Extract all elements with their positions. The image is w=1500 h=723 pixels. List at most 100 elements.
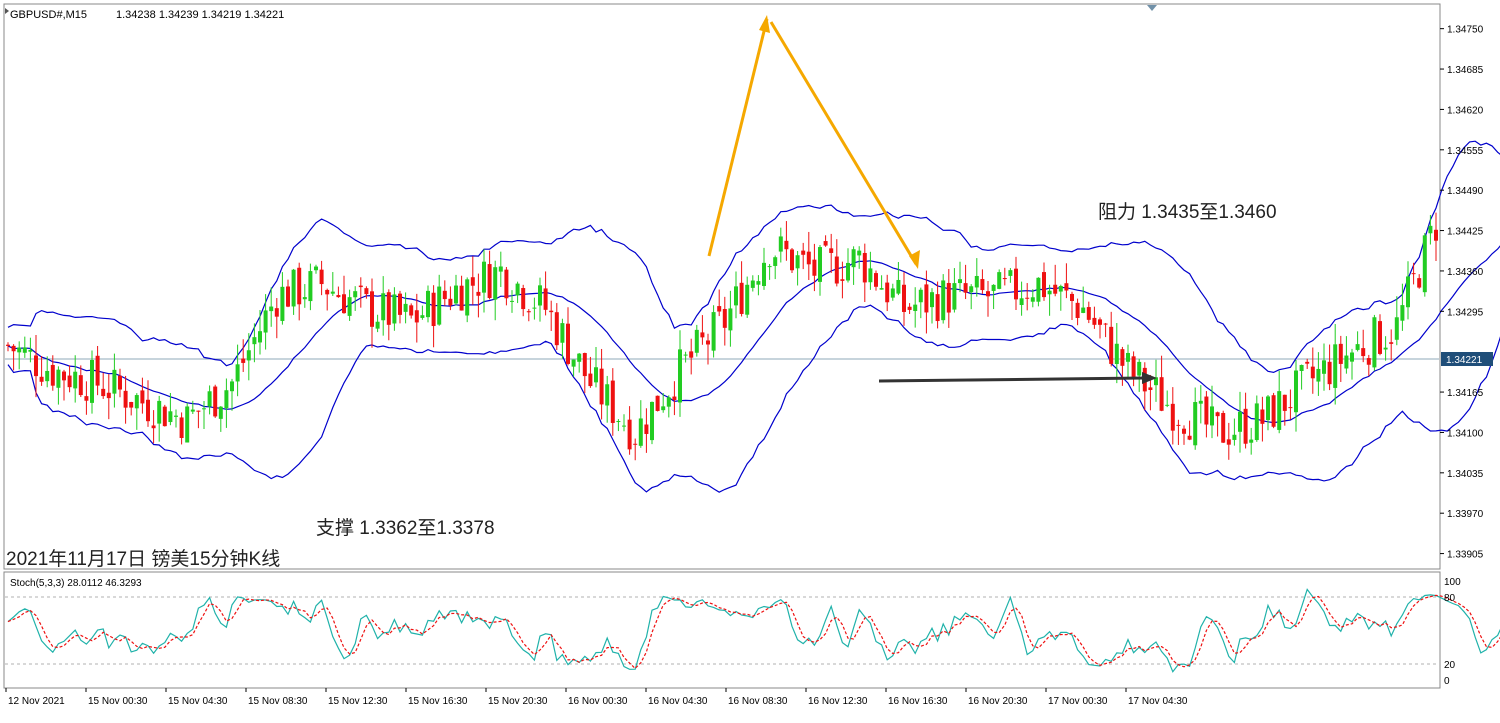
price-tick-label: 1.34425 [1447,227,1484,238]
price-tick-label: 1.34295 [1447,307,1484,318]
candle-body [1299,364,1304,371]
candle-body [829,248,834,253]
time-tick-label: 12 Nov 2021 [8,696,65,707]
candle-body [672,396,677,401]
candle-body [801,250,806,255]
time-tick-label: 15 Nov 20:30 [488,696,548,707]
candle-body [375,321,380,329]
candle-body [28,349,33,352]
candle-body [734,286,738,306]
candle-body [442,290,447,300]
price-chart[interactable]: 1.34750 1.34685 1.34620 1.34555 1.34490 1.344… [0,0,1500,718]
candle-body [885,282,890,303]
candle-body [610,380,615,423]
candle-body [106,392,111,399]
candle-body [1176,424,1181,426]
candle-body [1350,352,1354,362]
candle-body [1333,344,1338,388]
time-tick-label: 15 Nov 04:30 [168,696,228,707]
price-tick-label: 1.34620 [1447,105,1484,116]
candle-body [1103,323,1108,325]
candle-body [95,355,100,386]
candle-body [1036,277,1041,302]
stoch-pane [3,571,1441,689]
candle-body [353,291,358,298]
candle-body [543,288,548,310]
candle-body [1243,408,1248,444]
candle-body [1294,370,1298,413]
candle-body [185,406,190,443]
candle-body [84,396,89,401]
candle-body [252,337,257,345]
price-tick-label: 1.34685 [1447,65,1484,76]
candle-body [1042,272,1046,298]
candle-body [207,391,212,407]
candle-body [11,345,16,352]
candle-body [1361,348,1366,357]
candle-body [1254,403,1259,441]
candle-body [1366,358,1371,365]
candle-body [1182,428,1186,434]
candle-body [157,400,162,424]
candle-body [1411,273,1416,275]
candle-body [1148,387,1153,390]
candle-body [1092,317,1097,325]
candle-body [420,315,425,318]
candle-body [1014,268,1018,300]
candle-body [902,284,906,312]
candle-body [633,443,638,445]
stoch-axis-100: 100 [1444,577,1461,588]
candle-body [560,323,565,343]
candle-body [762,262,766,287]
candle-body [1400,305,1405,321]
candle-body [627,419,632,450]
time-tick-label: 17 Nov 04:30 [1128,696,1188,707]
candle-body [470,277,475,286]
candle-body [319,269,324,285]
candle-body [750,280,755,288]
candle-body [1232,434,1237,440]
candle-body [1030,297,1035,302]
candle-body [896,279,901,294]
candle-body [1271,395,1276,427]
candle-body [991,284,996,291]
candle-body [1310,366,1315,379]
candle-body [678,349,682,403]
candle-body [1002,278,1007,280]
candle-body [890,288,895,298]
candle-body [263,310,268,333]
candle-body [437,286,442,325]
candle-body [862,252,867,283]
candle-body [1058,285,1063,292]
candle-body [857,250,862,256]
candle-body [924,284,929,313]
candle-body [6,344,10,346]
candle-body [358,285,363,288]
candle-body [1064,283,1069,291]
candle-body [459,285,464,311]
candle-body [1389,342,1394,344]
candle-body [700,332,705,338]
candle-body [78,375,83,396]
candle-body [218,406,223,419]
candle-body [711,312,716,351]
candle-body [566,323,570,364]
candle-body [767,266,772,268]
price-tick-label: 1.33970 [1447,509,1484,520]
candle-body [1428,225,1433,234]
candle-body [1238,411,1242,432]
candle-body [997,272,1002,289]
candle-body [465,279,470,316]
candle-body [756,281,761,285]
candle-body [364,288,369,295]
candle-body [347,297,352,316]
candle-body [1277,391,1282,430]
candle-body [941,280,946,321]
candle-body [582,353,587,377]
candle-body [1170,403,1175,431]
candle-body [1047,290,1052,295]
candle-body [1422,235,1427,293]
time-tick-label: 15 Nov 12:30 [328,696,388,707]
candle-body [661,406,666,411]
time-tick-label: 17 Nov 00:30 [1048,696,1108,707]
